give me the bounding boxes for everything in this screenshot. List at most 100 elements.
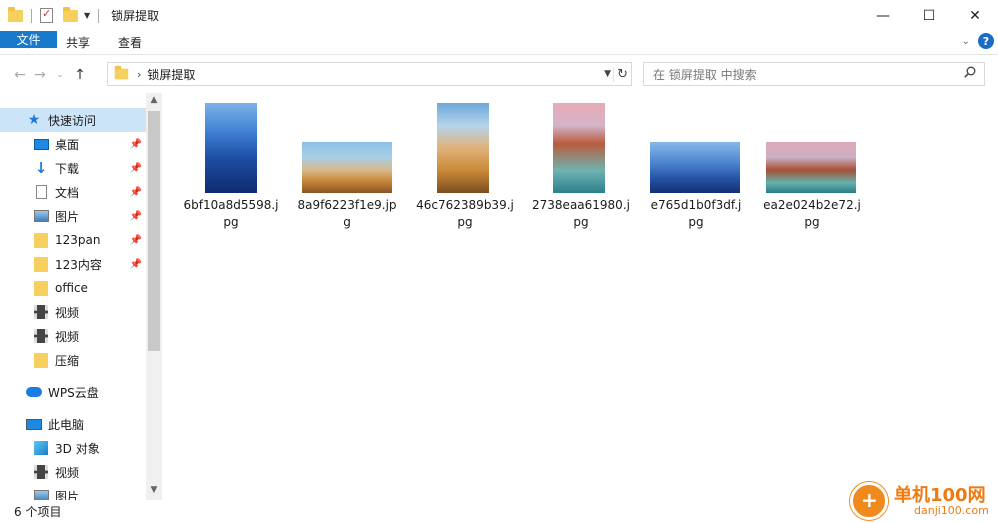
ribbon-tabs: 文件 主页 共享 查看 ⌄ ? bbox=[0, 31, 998, 55]
sidebar-item-label: 123内容 bbox=[55, 257, 102, 272]
sidebar-item-pictures[interactable]: 图片 📌 bbox=[0, 204, 146, 228]
sidebar-item-compressed[interactable]: 压缩 bbox=[0, 348, 146, 372]
sidebar-scrollbar[interactable]: ▲ ▼ bbox=[146, 93, 162, 500]
pin-icon: 📌 bbox=[129, 162, 142, 174]
file-name[interactable]: ea2e024b2e72.j pg bbox=[757, 197, 867, 231]
sidebar-item-label: 视频 bbox=[55, 329, 80, 344]
sidebar-item-quick-access[interactable]: ★ 快速访问 bbox=[0, 108, 146, 132]
file-list: 6bf10a8d5598.j pg 8a9f6223f1e9.jp g 46c762… bbox=[162, 93, 998, 500]
window-title: 锁屏提取 bbox=[111, 9, 160, 23]
file-name[interactable]: 8a9f6223f1e9.jp g bbox=[292, 197, 402, 231]
address-bar[interactable]: › 锁屏提取 ▼ ↻ bbox=[107, 62, 632, 86]
properties-icon[interactable] bbox=[40, 7, 53, 23]
search-placeholder: 在 锁屏提取 中搜索 bbox=[653, 67, 757, 82]
sidebar-item-123content[interactable]: 123内容 📌 bbox=[0, 252, 146, 276]
sidebar-item-label: 桌面 bbox=[55, 137, 80, 152]
pin-icon: 📌 bbox=[129, 138, 142, 150]
sidebar-item-label: 视频 bbox=[55, 305, 80, 320]
sidebar-item-video[interactable]: 视频 bbox=[0, 324, 146, 348]
sidebar-item-label: 3D 对象 bbox=[55, 441, 100, 456]
sidebar-item-video[interactable]: 视频 bbox=[0, 460, 146, 484]
sidebar-item-label: 视频 bbox=[55, 465, 80, 480]
image-thumbnail[interactable] bbox=[302, 142, 392, 193]
picture-icon bbox=[33, 209, 49, 223]
sidebar-item-label: 压缩 bbox=[55, 353, 80, 368]
folder-icon bbox=[33, 352, 49, 368]
navigation-pane: ★ 快速访问 桌面 📌 ↓ 下载 📌 文档 📌 图片 📌 123pan 📌 12… bbox=[0, 93, 162, 500]
item-count: 6 个项目 bbox=[14, 505, 62, 519]
video-icon bbox=[33, 305, 49, 319]
sidebar-item-label: 下载 bbox=[55, 161, 80, 176]
expand-ribbon-chevron-icon[interactable]: ⌄ bbox=[962, 36, 970, 47]
toolbar-divider bbox=[31, 8, 32, 23]
forward-arrow-icon[interactable]: → bbox=[30, 67, 50, 83]
sidebar-item-label: 快速访问 bbox=[48, 113, 97, 128]
recent-locations-chevron-icon[interactable]: ⌄ bbox=[50, 70, 70, 80]
sidebar-item-office[interactable]: office bbox=[0, 276, 146, 300]
watermark-logo: 单机100网 danji100.com bbox=[850, 478, 998, 523]
sidebar-item-video[interactable]: 视频 bbox=[0, 300, 146, 324]
image-thumbnail[interactable] bbox=[650, 142, 740, 193]
star-icon: ★ bbox=[27, 112, 41, 128]
image-thumbnail[interactable] bbox=[437, 103, 489, 193]
sidebar-item-wps-cloud[interactable]: WPS云盘 bbox=[0, 380, 146, 404]
desktop-icon bbox=[33, 137, 49, 151]
sidebar-item-desktop[interactable]: 桌面 📌 bbox=[0, 132, 146, 156]
minimize-button[interactable]: — bbox=[860, 0, 906, 31]
pin-icon: 📌 bbox=[129, 234, 142, 246]
sidebar-item-this-pc[interactable]: 此电脑 bbox=[0, 412, 146, 436]
tab-file[interactable]: 文件 bbox=[0, 31, 57, 48]
toolbar-divider bbox=[98, 8, 100, 23]
sidebar-item-123pan[interactable]: 123pan 📌 bbox=[0, 228, 146, 252]
folder-icon[interactable] bbox=[8, 6, 23, 22]
maximize-button[interactable]: ☐ bbox=[906, 0, 952, 31]
tab-view[interactable]: 查看 bbox=[104, 31, 156, 54]
sidebar-item-label: 123pan bbox=[55, 233, 101, 247]
watermark-url: danji100.com bbox=[914, 504, 989, 517]
sidebar-item-label: WPS云盘 bbox=[48, 385, 99, 400]
scroll-down-chevron-icon[interactable]: ▼ bbox=[146, 485, 162, 495]
window-controls: — ☐ ✕ bbox=[860, 0, 998, 31]
up-arrow-icon[interactable]: ↑ bbox=[70, 67, 90, 83]
file-name[interactable]: 46c762389b39.j pg bbox=[410, 197, 520, 231]
computer-icon bbox=[26, 417, 42, 431]
folder-icon bbox=[33, 280, 49, 296]
file-name[interactable]: 2738eaa61980.j pg bbox=[526, 197, 636, 231]
image-thumbnail[interactable] bbox=[205, 103, 257, 193]
sidebar-item-documents[interactable]: 文档 📌 bbox=[0, 180, 146, 204]
refresh-icon[interactable]: ↻ bbox=[613, 66, 628, 82]
file-name[interactable]: e765d1b0f3df.j pg bbox=[641, 197, 751, 231]
scroll-up-chevron-icon[interactable]: ▲ bbox=[146, 95, 162, 105]
folder-icon bbox=[33, 256, 49, 272]
search-icon[interactable] bbox=[964, 66, 976, 78]
customize-toolbar-chevron-icon[interactable]: ▼ bbox=[84, 11, 90, 20]
breadcrumb-current-folder[interactable]: 锁屏提取 bbox=[147, 66, 195, 83]
sidebar-item-label: 图片 bbox=[55, 209, 80, 224]
scrollbar-thumb[interactable] bbox=[148, 111, 160, 351]
new-folder-icon[interactable] bbox=[63, 6, 78, 22]
cube-icon bbox=[33, 441, 49, 455]
sidebar-item-downloads[interactable]: ↓ 下载 📌 bbox=[0, 156, 146, 180]
image-thumbnail[interactable] bbox=[766, 142, 856, 193]
sidebar-item-pictures[interactable]: 图片 bbox=[0, 484, 146, 500]
search-input[interactable]: 在 锁屏提取 中搜索 bbox=[643, 62, 985, 86]
tab-share[interactable]: 共享 bbox=[52, 31, 104, 54]
ribbon-right-controls: ⌄ ? bbox=[962, 33, 994, 49]
breadcrumb-chevron-icon[interactable]: › bbox=[137, 68, 141, 81]
file-name[interactable]: 6bf10a8d5598.j pg bbox=[176, 197, 286, 231]
cloud-icon bbox=[26, 385, 42, 399]
sidebar-item-label: 此电脑 bbox=[48, 417, 85, 432]
pin-icon: 📌 bbox=[129, 258, 142, 270]
back-arrow-icon[interactable]: ← bbox=[10, 67, 30, 83]
folder-icon bbox=[114, 65, 129, 80]
sidebar-item-3d-objects[interactable]: 3D 对象 bbox=[0, 436, 146, 460]
document-icon bbox=[33, 185, 49, 199]
help-button[interactable]: ? bbox=[978, 33, 994, 49]
close-button[interactable]: ✕ bbox=[952, 0, 998, 31]
image-thumbnail[interactable] bbox=[553, 103, 605, 193]
address-history-chevron-icon[interactable]: ▼ bbox=[604, 69, 611, 79]
sidebar-item-label: office bbox=[55, 281, 88, 295]
status-bar: 6 个项目 bbox=[0, 500, 998, 523]
pin-icon: 📌 bbox=[129, 186, 142, 198]
sidebar-item-label: 图片 bbox=[55, 489, 80, 501]
